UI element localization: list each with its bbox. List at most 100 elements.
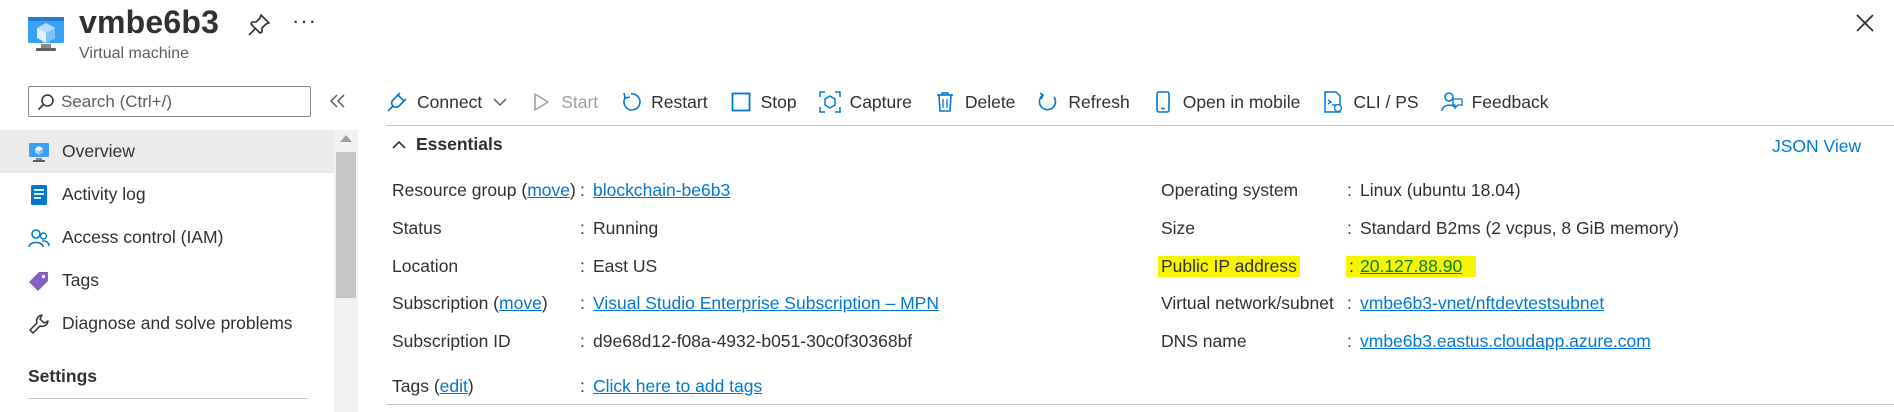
location-value: East US <box>593 256 658 276</box>
stop-icon <box>731 92 750 112</box>
separator: : <box>1347 180 1352 200</box>
menu-section-settings: Settings <box>28 366 98 386</box>
essentials-toggle[interactable]: Essentials <box>392 134 503 155</box>
delete-button[interactable]: Delete <box>934 86 1016 118</box>
separator: : <box>1347 293 1352 313</box>
resource-group-value: blockchain-be6b3 <box>593 180 730 201</box>
search-icon <box>37 94 54 111</box>
plug-icon <box>387 92 407 112</box>
menu-list: Overview Activity log Access control (IA… <box>0 130 334 345</box>
menu-item-diagnose[interactable]: Diagnose and solve problems <box>0 302 334 345</box>
dns-link[interactable]: vmbe6b3.eastus.cloudapp.azure.com <box>1360 331 1651 351</box>
essentials-title: Essentials <box>416 134 503 154</box>
people-icon <box>28 228 50 247</box>
script-icon <box>1324 91 1343 113</box>
tags-label: Tags (edit) <box>392 376 474 396</box>
resource-group-link[interactable]: blockchain-be6b3 <box>593 180 730 200</box>
more-options-button[interactable]: ··· <box>292 8 317 34</box>
menu-search-box[interactable] <box>28 86 311 117</box>
stop-label: Stop <box>760 91 797 112</box>
restart-button[interactable]: Restart <box>620 86 708 118</box>
menu-item-label: Overview <box>62 141 135 161</box>
dns-value: vmbe6b3.eastus.cloudapp.azure.com <box>1360 331 1651 352</box>
resource-group-label-text: Resource group <box>392 180 517 200</box>
menu-item-overview[interactable]: Overview <box>0 130 334 173</box>
menu-item-label: Tags <box>62 270 99 290</box>
capture-icon <box>818 91 841 113</box>
cli-ps-label: CLI / PS <box>1353 91 1419 112</box>
json-view-link[interactable]: JSON View <box>1772 136 1861 157</box>
start-button[interactable]: Start <box>530 86 598 118</box>
feedback-button[interactable]: Feedback <box>1440 86 1549 118</box>
toolbar-divider <box>386 125 1894 126</box>
dns-label: DNS name <box>1161 331 1247 351</box>
restart-icon <box>623 92 641 111</box>
location-label: Location <box>392 256 459 276</box>
refresh-button[interactable]: Refresh <box>1037 86 1130 118</box>
menu-scrollbar[interactable] <box>334 130 358 412</box>
public-ip-link[interactable]: 20.127.88.90 <box>1360 256 1462 276</box>
monitor-icon <box>29 142 49 162</box>
separator: : <box>580 218 585 238</box>
status-value: Running <box>593 218 659 238</box>
subscription-move-link[interactable]: move <box>499 293 542 313</box>
vnet-value: vmbe6b3-vnet/nftdevtestsubnet <box>1360 293 1604 314</box>
capture-button[interactable]: Capture <box>818 86 912 118</box>
subscription-label: Subscription (move) <box>392 293 548 313</box>
virtual-machine-icon <box>28 17 64 51</box>
tags-edit-link[interactable]: edit <box>440 376 468 396</box>
menu-item-label: Access control (IAM) <box>62 227 224 247</box>
cli-ps-button[interactable]: CLI / PS <box>1322 86 1419 118</box>
menu-item-label: Diagnose and solve problems <box>62 313 293 333</box>
public-ip-value: 20.127.88.90 <box>1357 256 1477 277</box>
chevron-down-icon <box>493 98 507 107</box>
tags-label-text: Tags <box>392 376 429 396</box>
start-label: Start <box>561 91 599 112</box>
vnet-link[interactable]: vmbe6b3-vnet/nftdevtestsubnet <box>1360 293 1604 313</box>
resource-group-label: Resource group (move) <box>392 180 576 200</box>
subscription-label-text: Subscription <box>392 293 489 313</box>
menu-search-input[interactable] <box>61 90 306 114</box>
collapse-menu-icon[interactable] <box>327 90 349 112</box>
resource-group-move-link[interactable]: move <box>527 180 570 200</box>
play-icon <box>534 93 549 111</box>
pin-icon[interactable] <box>246 12 272 38</box>
size-label: Size <box>1161 218 1196 238</box>
feedback-label: Feedback <box>1471 91 1549 112</box>
separator: : <box>1346 256 1357 277</box>
separator: : <box>580 331 585 351</box>
public-ip-label: Public IP address <box>1158 256 1300 277</box>
add-tags-link[interactable]: Click here to add tags <box>593 376 762 396</box>
menu-divider <box>28 398 308 399</box>
connect-button[interactable]: Connect <box>386 86 508 118</box>
menu-item-tags[interactable]: Tags <box>0 259 334 302</box>
scroll-thumb[interactable] <box>336 152 356 298</box>
menu-item-label: Activity log <box>62 184 146 204</box>
menu-item-access-control[interactable]: Access control (IAM) <box>0 216 334 259</box>
activity-log-icon <box>31 184 47 205</box>
trash-icon <box>936 92 953 112</box>
resource-menu: Overview Activity log Access control (IA… <box>0 80 358 412</box>
vnet-label: Virtual network/subnet <box>1161 293 1334 313</box>
scroll-up-arrow-icon[interactable] <box>340 135 352 142</box>
tags-value: Click here to add tags <box>593 376 762 397</box>
os-value: Linux (ubuntu 18.04) <box>1360 180 1521 200</box>
subscription-link[interactable]: Visual Studio Enterprise Subscription – … <box>593 293 939 313</box>
delete-label: Delete <box>964 91 1016 112</box>
subscription-value: Visual Studio Enterprise Subscription – … <box>593 293 939 314</box>
restart-label: Restart <box>651 91 708 112</box>
separator: : <box>580 376 585 396</box>
separator: : <box>580 293 585 313</box>
mobile-phone-icon <box>1155 91 1170 113</box>
open-in-mobile-label: Open in mobile <box>1182 91 1301 112</box>
essentials-divider <box>386 404 1894 405</box>
close-icon[interactable] <box>1852 10 1878 36</box>
separator: : <box>1347 218 1352 238</box>
tag-icon <box>29 271 48 291</box>
menu-item-activity-log[interactable]: Activity log <box>0 173 334 216</box>
open-in-mobile-button[interactable]: Open in mobile <box>1152 86 1301 118</box>
os-label: Operating system <box>1161 180 1299 200</box>
separator: : <box>580 180 585 200</box>
connect-label: Connect <box>417 91 483 112</box>
stop-button[interactable]: Stop <box>730 86 797 118</box>
